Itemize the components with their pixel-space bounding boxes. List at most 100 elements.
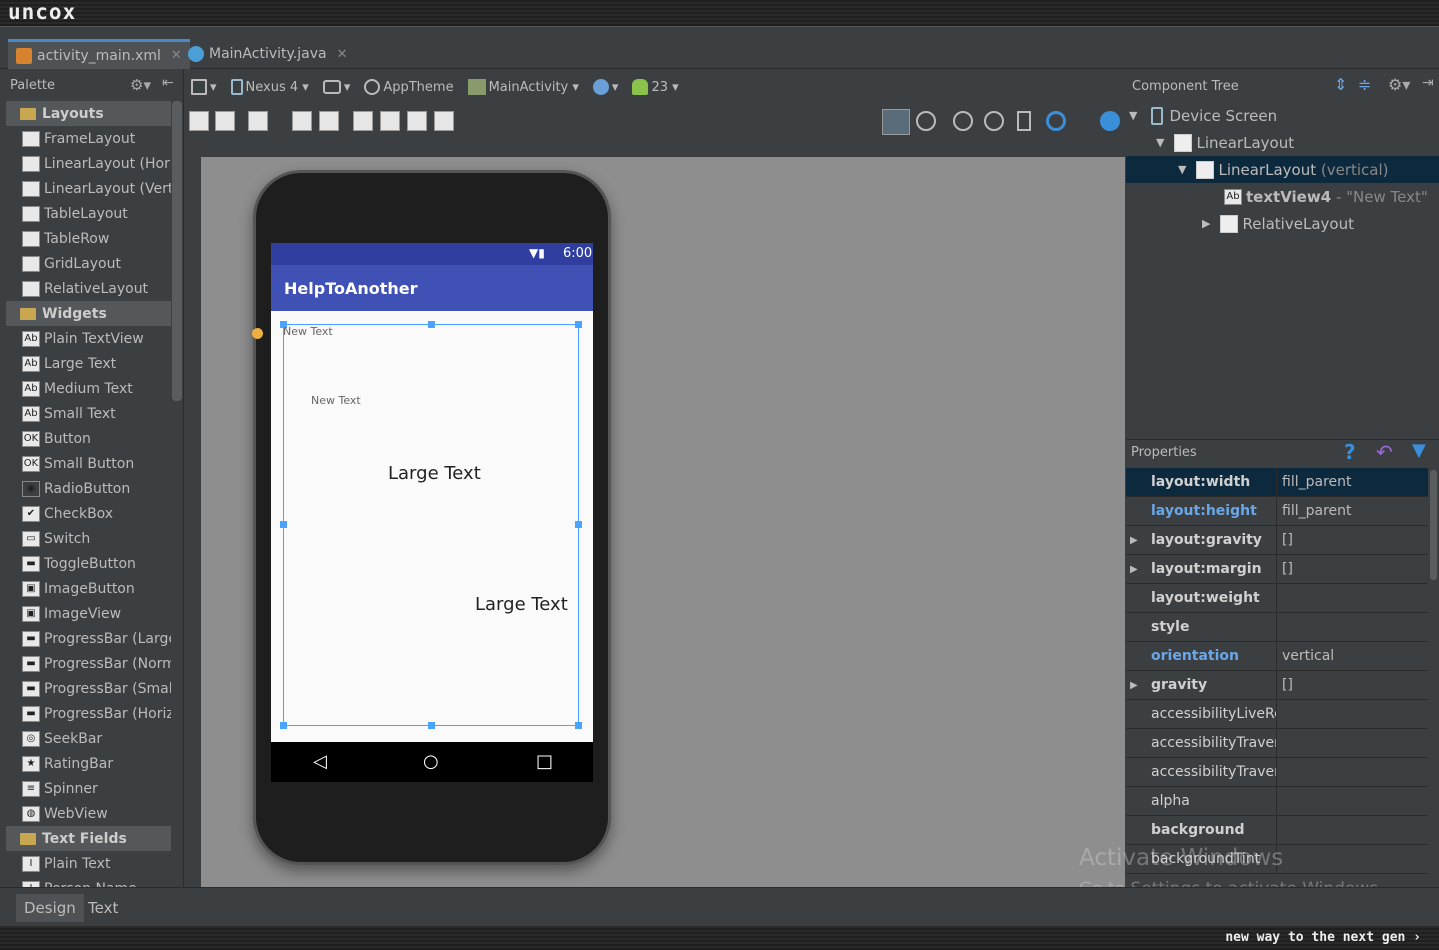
property-row[interactable]: accessibilityTravers — [1126, 729, 1428, 758]
baseline-icon[interactable] — [215, 111, 235, 131]
theme-selector[interactable]: AppTheme — [364, 79, 454, 95]
zoom-out-icon[interactable] — [984, 111, 1004, 131]
property-value[interactable]: [] — [1277, 532, 1293, 548]
expand-all-icon[interactable]: ⇕ — [1334, 75, 1347, 94]
expand-arrow-icon[interactable]: ▶ — [1130, 535, 1138, 546]
palette-item[interactable]: OK Button — [0, 426, 171, 451]
palette-item[interactable]: IPerson Name — [0, 876, 171, 887]
resize-handle[interactable] — [575, 321, 582, 328]
palette-item[interactable]: ◉ RadioButton — [0, 476, 171, 501]
palette-group-layouts[interactable]: Layouts — [6, 101, 171, 126]
palette-item[interactable]: ▣ ImageButton — [0, 576, 171, 601]
resize-handle[interactable] — [428, 321, 435, 328]
tab-activity-main-xml[interactable]: activity_main.xml ✕ — [8, 39, 190, 69]
resize-handle[interactable] — [575, 722, 582, 729]
property-value[interactable]: [] — [1277, 677, 1293, 693]
selected-linearlayout-outline[interactable] — [280, 321, 582, 729]
palette-item[interactable]: LinearLayout (Hori: — [0, 151, 171, 176]
property-row[interactable]: layout:weight — [1126, 584, 1428, 613]
device-screen[interactable]: ▼▮ 6:00 HelpToAnother New Text New Text … — [271, 243, 593, 782]
collapse-arrow-icon[interactable]: ▼ — [1178, 163, 1186, 176]
property-value[interactable]: [] — [1277, 561, 1293, 577]
property-row[interactable]: layout:width fill_parent — [1126, 468, 1428, 497]
palette-item[interactable]: ▬ ProgressBar (Large — [0, 626, 171, 651]
tree-item-device-screen[interactable]: ▼ Device Screen — [1126, 102, 1439, 129]
collapse-all-icon[interactable]: ≑ — [1358, 75, 1371, 94]
columns-icon[interactable] — [189, 111, 209, 131]
palette-item[interactable]: ◎ SeekBar — [0, 726, 171, 751]
filter-icon[interactable]: ▼ — [1412, 440, 1426, 461]
resize-handle[interactable] — [428, 722, 435, 729]
resize-handle[interactable] — [280, 521, 287, 528]
palette-item[interactable]: ◍ WebView — [0, 801, 171, 826]
collapse-arrow-icon[interactable]: ▼ — [1129, 109, 1137, 122]
collapse-arrow-icon[interactable]: ▼ — [1156, 136, 1164, 149]
palette-item[interactable]: RelativeLayout — [0, 276, 171, 301]
gravity-icon[interactable] — [248, 111, 268, 131]
palette-item[interactable]: FrameLayout — [0, 126, 171, 151]
palette-item[interactable]: ▬ ProgressBar (Small — [0, 676, 171, 701]
large-textview[interactable]: Large Text — [388, 463, 481, 484]
property-row[interactable]: orientation vertical — [1126, 642, 1428, 671]
palette-group-widgets[interactable]: Widgets — [6, 301, 171, 326]
palette-item[interactable]: Ab Plain TextView — [0, 326, 171, 351]
palette-scrollbar[interactable] — [172, 101, 182, 401]
property-row[interactable]: ▶ layout:margin [] — [1126, 555, 1428, 584]
palette-item[interactable]: GridLayout — [0, 251, 171, 276]
palette-item[interactable]: ▬ ProgressBar (Horiz — [0, 701, 171, 726]
property-row[interactable]: accessibilityLiveReg — [1126, 700, 1428, 729]
restore-default-icon[interactable]: ↶ — [1376, 440, 1393, 464]
api-selector[interactable]: 23 ▾ — [632, 79, 679, 95]
property-row[interactable]: ▶ layout:gravity [] — [1126, 526, 1428, 555]
palette-item[interactable]: ▬ ToggleButton — [0, 551, 171, 576]
expand-arrow-icon[interactable]: ▶ — [1202, 217, 1210, 230]
property-value[interactable]: fill_parent — [1277, 503, 1352, 519]
zoom-in-icon[interactable] — [953, 111, 973, 131]
orientation-button[interactable]: ▾ — [322, 80, 350, 95]
palette-item[interactable]: ≡ Spinner — [0, 776, 171, 801]
fill-height-icon[interactable] — [319, 111, 339, 131]
large-textview[interactable]: Large Text — [475, 594, 568, 615]
warning-indicator-icon[interactable] — [252, 328, 263, 339]
help-icon[interactable]: ? — [1344, 440, 1356, 464]
small-textview[interactable]: New Text — [311, 394, 361, 407]
tab-text[interactable]: Text — [80, 894, 126, 922]
property-row[interactable]: alpha — [1126, 787, 1428, 816]
expand-arrow-icon[interactable]: ▶ — [1130, 680, 1138, 691]
hide-panel-icon[interactable]: ⇤ — [162, 75, 174, 91]
property-row[interactable]: layout:height fill_parent — [1126, 497, 1428, 526]
property-value[interactable]: fill_parent — [1277, 474, 1352, 490]
palette-item[interactable]: Ab Medium Text — [0, 376, 171, 401]
palette-item[interactable]: LinearLayout (Verti — [0, 176, 171, 201]
palette-item[interactable]: ★ RatingBar — [0, 751, 171, 776]
fill-width-icon[interactable] — [292, 111, 312, 131]
palette-item[interactable]: Ab Small Text — [0, 401, 171, 426]
property-row[interactable]: background — [1126, 816, 1428, 845]
sum-icon[interactable] — [380, 111, 400, 131]
screenshot-icon[interactable] — [1017, 111, 1031, 131]
palette-item[interactable]: ▬ ProgressBar (Norm — [0, 651, 171, 676]
palette-item[interactable]: Ab Large Text — [0, 351, 171, 376]
palette-item[interactable]: TableLayout — [0, 201, 171, 226]
property-row[interactable]: style — [1126, 613, 1428, 642]
distribute-icon[interactable] — [353, 111, 373, 131]
expand-arrow-icon[interactable]: ▶ — [1130, 564, 1138, 575]
gear-icon[interactable]: ⚙▾ — [1388, 75, 1410, 94]
layout-variants-button[interactable]: ▾ — [191, 79, 217, 95]
hide-panel-icon[interactable]: ⇥ — [1422, 75, 1434, 91]
close-icon[interactable]: ✕ — [337, 47, 348, 62]
palette-group-text-fields[interactable]: Text Fields — [6, 826, 171, 851]
weights-icon[interactable] — [407, 111, 427, 131]
palette-item[interactable]: ▭ Switch — [0, 526, 171, 551]
settings-icon[interactable] — [1100, 111, 1120, 131]
tree-item-textview4[interactable]: Ab textView4 - "New Text" — [1126, 183, 1439, 210]
palette-item[interactable]: ✔ CheckBox — [0, 501, 171, 526]
palette-item[interactable]: OK Small Button — [0, 451, 171, 476]
properties-scrollbar[interactable] — [1430, 470, 1437, 580]
zoom-actual-icon[interactable] — [916, 111, 936, 131]
palette-item[interactable]: ▣ ImageView — [0, 601, 171, 626]
property-row[interactable]: accessibilityTravers — [1126, 758, 1428, 787]
resize-handle[interactable] — [280, 722, 287, 729]
gear-icon[interactable]: ⚙▾ — [130, 76, 151, 94]
property-row[interactable]: ▶ gravity [] — [1126, 671, 1428, 700]
